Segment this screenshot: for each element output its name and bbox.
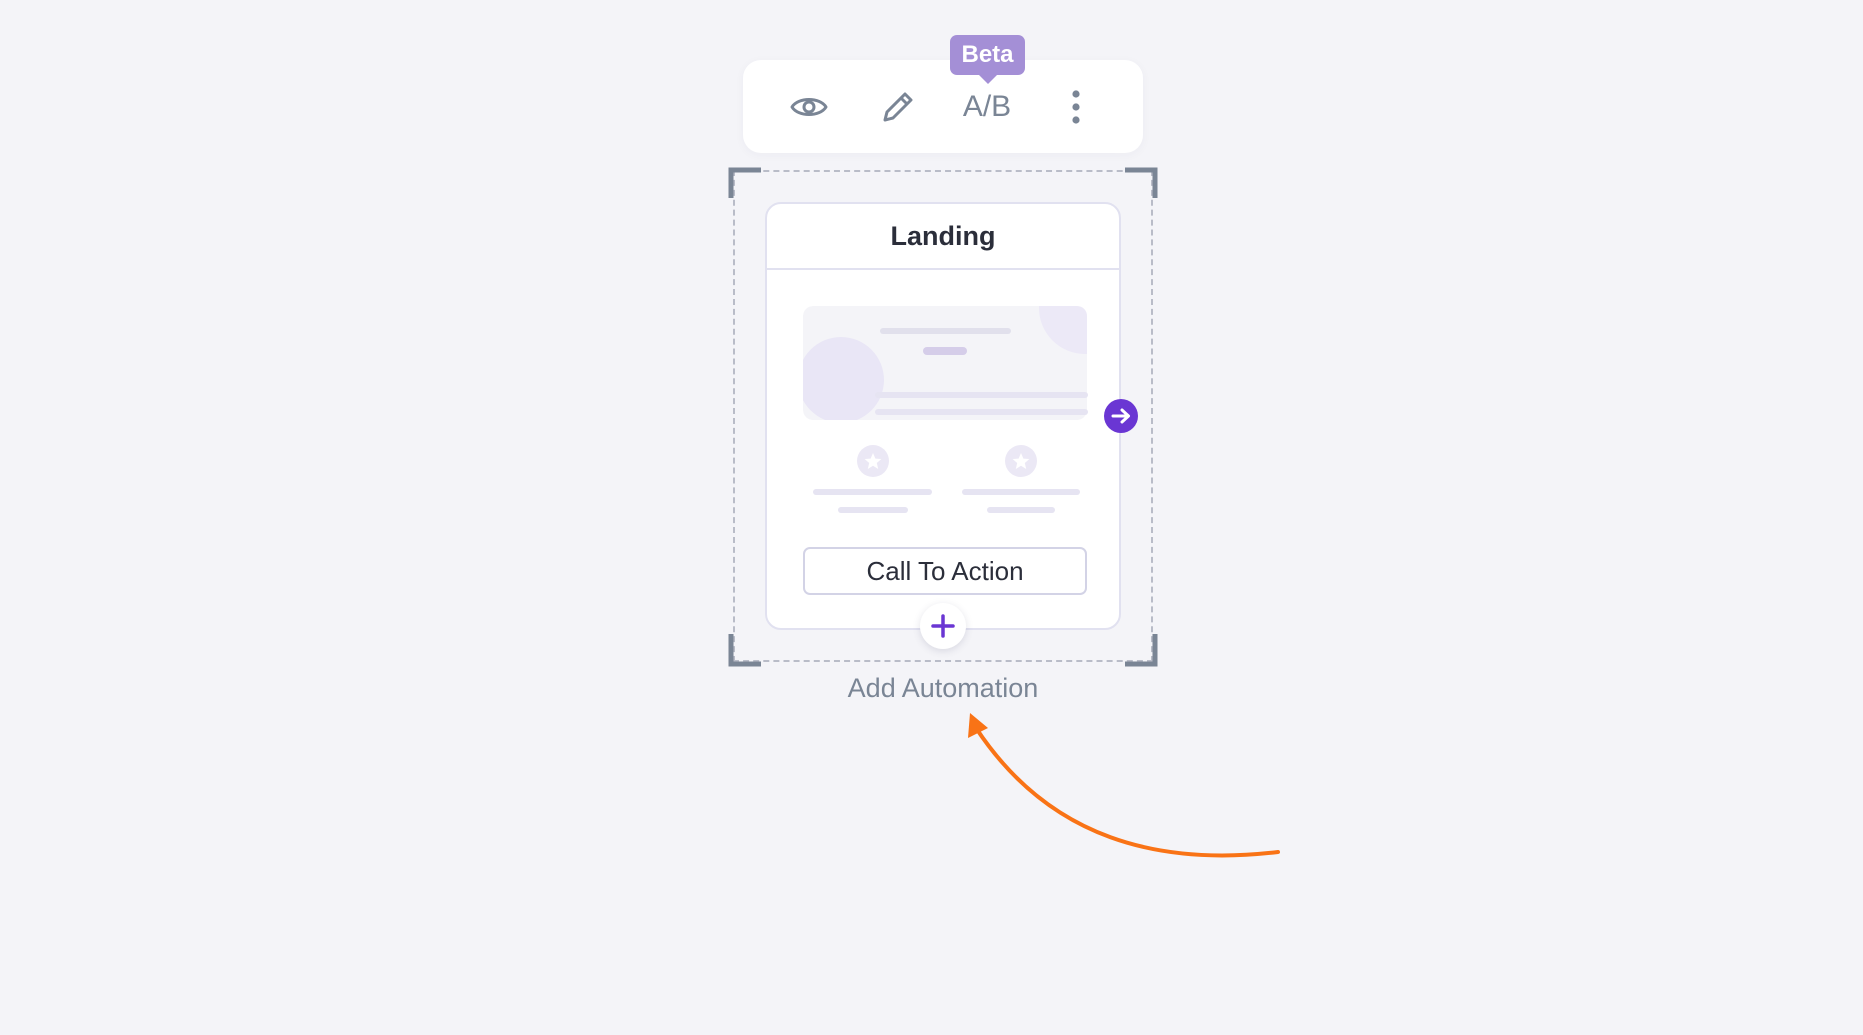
next-step-connector[interactable]	[1104, 399, 1138, 433]
plus-icon	[931, 614, 955, 638]
landing-page-thumbnail	[803, 306, 1088, 513]
eye-icon	[790, 98, 828, 116]
add-automation-link[interactable]: Add Automation	[793, 668, 1093, 708]
beta-badge-pointer	[978, 74, 998, 84]
beta-badge: Beta	[950, 35, 1025, 75]
arrow-right-icon	[1111, 408, 1130, 424]
more-options-button[interactable]	[1051, 82, 1101, 132]
add-step-button[interactable]	[920, 603, 966, 649]
edit-button[interactable]	[873, 82, 923, 132]
node-toolbar: A/B	[743, 60, 1143, 153]
ab-test-label: A/B	[962, 90, 1012, 123]
node-title: Landing	[767, 204, 1119, 270]
preview-button[interactable]	[784, 82, 834, 132]
pencil-icon	[883, 92, 913, 122]
ab-test-button[interactable]: A/B	[962, 82, 1012, 132]
call-to-action-button[interactable]: Call To Action	[803, 547, 1087, 595]
vertical-dots-icon	[1072, 90, 1080, 124]
landing-node-card[interactable]: Landing Call To Action	[765, 202, 1121, 630]
